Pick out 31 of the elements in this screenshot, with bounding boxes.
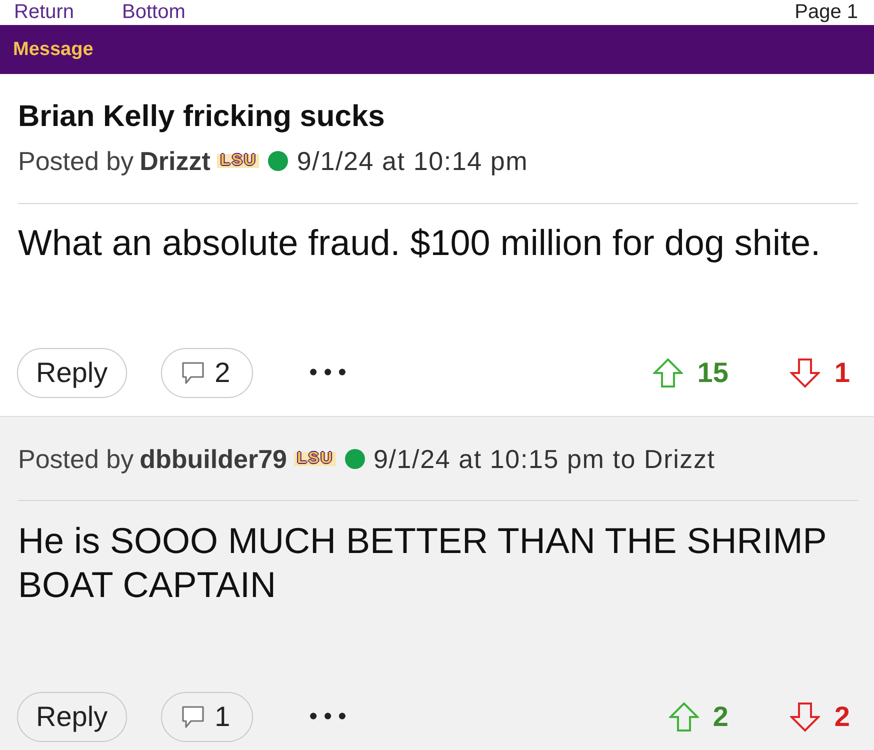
byline-label: Posted by [18, 444, 134, 474]
reply-button[interactable]: Reply [17, 348, 127, 398]
author-name[interactable]: dbbuilder79 [140, 444, 287, 474]
downvote-arrow-icon [790, 702, 820, 732]
team-badge: LSU [294, 452, 336, 466]
upvote-button[interactable]: 2 [668, 701, 728, 733]
nav-link[interactable]: Return [14, 1, 74, 24]
post-title: Brian Kelly fricking sucks [18, 99, 386, 135]
comment-button[interactable]: 2 [160, 348, 254, 398]
post-body: He is SOOO MUCH BETTER THAN THE SHRIMP BOAT CAPTAIN [18, 519, 828, 607]
team-badge: LSU [217, 154, 259, 168]
downvote-button[interactable]: 1 [790, 357, 850, 389]
post-body: What an absolute fraud. $100 million for dog shite. [18, 221, 822, 265]
downvote-arrow-icon [790, 358, 820, 388]
more-options-button[interactable]: ••• [307, 359, 352, 387]
post-date: 9/1/24 at 10:15 pm to Drizzt [374, 444, 716, 474]
page-indicator: Page 1 [794, 1, 858, 24]
upvote-button[interactable]: 15 [653, 357, 728, 389]
speech-bubble-icon [182, 706, 204, 728]
upvote-arrow-icon [653, 358, 684, 388]
speech-bubble-icon [182, 362, 204, 384]
section-title: Message [13, 38, 94, 60]
comment-button[interactable]: 1 [160, 692, 254, 742]
reply-button[interactable]: Reply [17, 692, 127, 742]
byline-label: Posted by [18, 146, 134, 176]
upvote-arrow-icon [668, 702, 699, 732]
downvote-button[interactable]: 2 [790, 701, 850, 733]
post-date: 9/1/24 at 10:14 pm [296, 146, 528, 176]
more-options-button[interactable]: ••• [307, 703, 352, 731]
nav-link[interactable]: Bottom [122, 1, 186, 24]
author-name[interactable]: Drizzt [140, 146, 210, 176]
